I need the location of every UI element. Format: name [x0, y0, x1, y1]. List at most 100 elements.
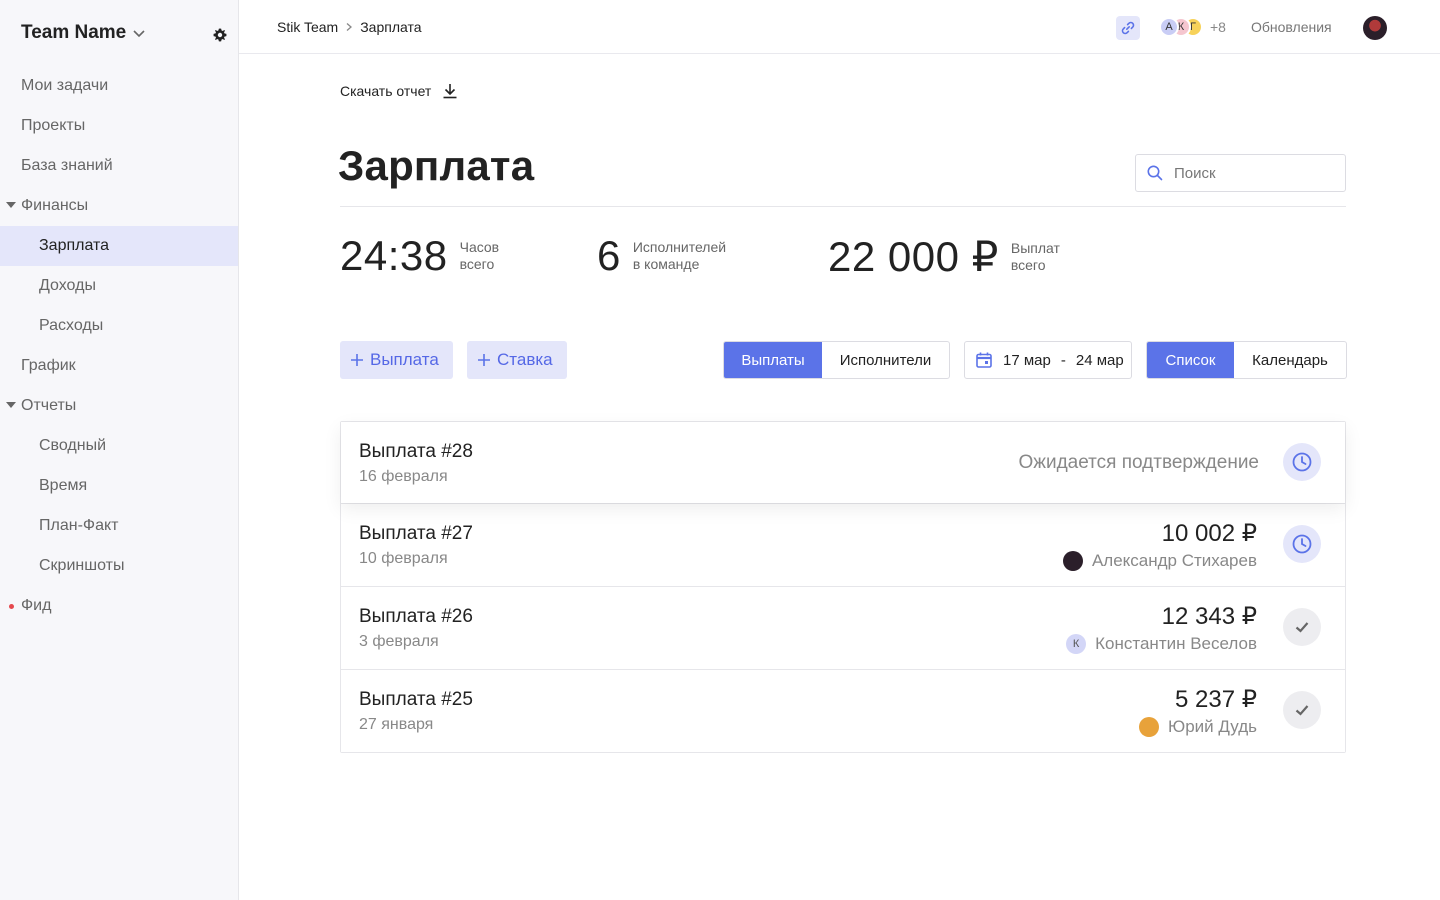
payment-amount: 10 002 ₽: [1161, 520, 1257, 547]
chevron-right-icon: [346, 23, 353, 31]
stat-payments: 22 000 ₽ Выплат всего: [828, 232, 1060, 281]
stat-members-label-line2: в команде: [632, 256, 700, 272]
add-payment-label: Выплата: [370, 350, 439, 369]
tab-payments[interactable]: Выплаты: [724, 342, 822, 378]
chevron-down-icon: [133, 30, 145, 38]
download-report-label: Скачать отчет: [340, 83, 432, 99]
sidebar-item-label: План-Факт: [39, 517, 119, 534]
sidebar-nav: Мои задачи Проекты База знаний Финансы Зарпл…: [0, 66, 238, 626]
sidebar: Team Name Мои задачи Проекты База знаний Фи…: [0, 0, 239, 900]
unread-dot-icon: [9, 604, 14, 609]
sidebar-item-label: Фид: [21, 597, 52, 614]
sidebar-item-12[interactable]: Скриншоты: [0, 546, 238, 586]
check-icon: [1295, 622, 1309, 633]
payment-state-button[interactable]: [1283, 525, 1321, 563]
sidebar-item-label: Сводный: [39, 437, 107, 454]
payment-state-button[interactable]: [1283, 443, 1321, 481]
date-separator: -: [1060, 351, 1066, 369]
sidebar-item-8[interactable]: Отчеты: [0, 386, 238, 426]
sidebar-item-4[interactable]: Зарплата: [0, 226, 238, 266]
sidebar-item-6[interactable]: Расходы: [0, 306, 238, 346]
user-avatar[interactable]: [1363, 16, 1387, 40]
divider: [340, 206, 1346, 207]
sidebar-item-11[interactable]: План-Факт: [0, 506, 238, 546]
sidebar-item-label: Расходы: [39, 317, 104, 334]
payment-person: К Константин Веселов: [1066, 634, 1257, 654]
stat-members-value: 6: [597, 232, 621, 279]
add-rate-button[interactable]: Ставка: [467, 341, 567, 379]
add-rate-label: Ставка: [497, 350, 553, 369]
payment-status: Ожидается подтверждение: [1018, 452, 1259, 473]
stat-payments-value: 22 000 ₽: [828, 233, 999, 280]
members-more-count: +8: [1210, 19, 1226, 35]
view-toggle: Выплаты Исполнители: [723, 341, 950, 379]
link-icon: [1121, 21, 1135, 35]
search-box[interactable]: [1135, 154, 1346, 192]
page-title: Зарплата: [338, 142, 535, 189]
caret-down-icon: [6, 402, 16, 408]
stat-members-label-line1: Исполнителей: [632, 239, 727, 255]
sidebar-item-2[interactable]: База знаний: [0, 146, 238, 186]
stat-members: 6 Исполнителей в команде: [597, 232, 726, 280]
payment-row[interactable]: Выплата #26 3 февраля 12 343 ₽ К Константин …: [341, 586, 1345, 669]
payment-row[interactable]: Выплата #27 10 февраля 10 002 ₽ Александр С…: [341, 503, 1345, 586]
clock-icon: [1292, 452, 1312, 472]
sidebar-item-label: Доходы: [39, 277, 96, 294]
sidebar-item-label: Время: [39, 477, 88, 494]
sidebar-item-5[interactable]: Доходы: [0, 266, 238, 306]
sidebar-item-7[interactable]: График: [0, 346, 238, 386]
sidebar-item-1[interactable]: Проекты: [0, 106, 238, 146]
download-icon: [443, 84, 457, 99]
breadcrumb-item-team[interactable]: Stik Team: [277, 19, 338, 35]
payment-state-button[interactable]: [1283, 691, 1321, 729]
sidebar-item-0[interactable]: Мои задачи: [0, 66, 238, 106]
sidebar-item-9[interactable]: Сводный: [0, 426, 238, 466]
sidebar-item-label: Мои задачи: [21, 77, 109, 94]
person-avatar: [1062, 551, 1083, 571]
stat-hours: 24:38 Часов всего: [340, 232, 499, 280]
person-avatar: К: [1066, 634, 1087, 654]
sidebar-item-label: База знаний: [21, 157, 113, 174]
date-to: 24 мар: [1075, 351, 1124, 369]
plus-icon: [478, 354, 490, 366]
add-payment-button[interactable]: Выплата: [340, 341, 453, 379]
sidebar-item-3[interactable]: Финансы: [0, 186, 238, 226]
person-name: Александр Стихарев: [1091, 551, 1257, 570]
sidebar-item-13[interactable]: Фид: [0, 586, 238, 626]
stat-hours-label-line1: Часов: [459, 239, 500, 255]
date-range-picker[interactable]: 17 мар - 24 мар: [964, 341, 1132, 379]
payment-row[interactable]: Выплата #25 27 января 5 237 ₽ Юрий Дудь: [341, 669, 1345, 752]
sidebar-item-label: График: [21, 357, 76, 374]
updates-link[interactable]: Обновления: [1251, 19, 1332, 35]
payments-list: Выплата #28 16 февраля Ожидается подтвержд…: [340, 421, 1346, 753]
person-name: Константин Веселов: [1095, 634, 1257, 653]
team-switcher[interactable]: Team Name: [21, 22, 146, 44]
payment-date: 3 февраля: [359, 633, 439, 650]
sidebar-item-label: Финансы: [21, 197, 89, 214]
sidebar-item-label: Скриншоты: [39, 557, 125, 574]
tab-calendar[interactable]: Календарь: [1234, 342, 1346, 378]
payment-row[interactable]: Выплата #28 16 февраля Ожидается подтвержд…: [341, 422, 1345, 503]
calendar-icon: [976, 352, 992, 368]
tab-performers[interactable]: Исполнители: [822, 342, 949, 378]
date-from: 17 мар: [1003, 351, 1051, 369]
person-name: Юрий Дудь: [1168, 717, 1257, 736]
gear-icon[interactable]: [212, 27, 228, 43]
stat-hours-label-line2: всего: [459, 256, 495, 272]
team-members[interactable]: А К Г +8: [1159, 17, 1226, 37]
copy-link-button[interactable]: [1116, 16, 1140, 40]
stat-hours-label: Часов всего: [460, 239, 500, 273]
payment-state-button[interactable]: [1283, 608, 1321, 646]
stat-payments-label-line1: Выплат: [1010, 239, 1060, 256]
sidebar-item-10[interactable]: Время: [0, 466, 238, 506]
breadcrumb: Stik Team Зарплата: [277, 19, 422, 35]
person-avatar: [1139, 717, 1160, 737]
stat-payments-label: Выплат всего: [1011, 240, 1060, 274]
payment-date: 10 февраля: [359, 550, 448, 567]
tab-list[interactable]: Список: [1147, 342, 1234, 378]
search-input[interactable]: [1174, 164, 1334, 182]
clock-icon: [1292, 534, 1312, 554]
download-report-button[interactable]: Скачать отчет: [340, 82, 459, 100]
stat-hours-value: 24:38: [340, 232, 448, 279]
plus-icon: [351, 354, 363, 366]
